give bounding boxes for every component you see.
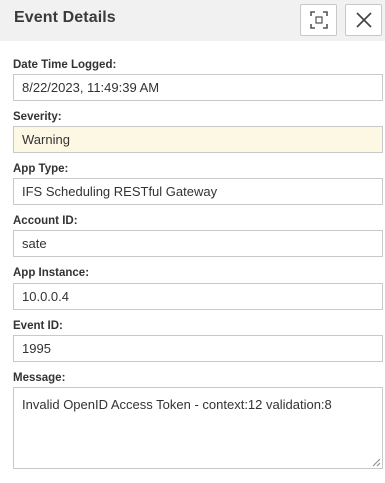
app-type-label: App Type: (13, 163, 69, 175)
event-id-field[interactable]: 1995 (13, 335, 383, 362)
severity-field[interactable]: Warning (13, 126, 383, 153)
app-instance-label: App Instance: (13, 267, 90, 279)
close-button[interactable] (345, 4, 382, 36)
event-details-panel: Event Details Date Time Logged: 8/22/202… (0, 0, 385, 483)
panel-title: Event Details (14, 9, 116, 26)
account-id-label: Account ID: (13, 215, 78, 227)
account-id-field[interactable]: sate (13, 230, 383, 257)
app-instance-field[interactable]: 10.0.0.4 (13, 283, 383, 310)
close-icon (355, 12, 372, 28)
resize-grip-icon[interactable] (371, 457, 381, 467)
event-id-label: Event ID: (13, 320, 63, 332)
date-time-logged-field[interactable]: 8/22/2023, 11:49:39 AM (13, 74, 383, 101)
date-time-logged-label: Date Time Logged: (13, 59, 117, 71)
panel-header: Event Details (0, 0, 385, 41)
severity-label: Severity: (13, 111, 62, 123)
fullscreen-icon (309, 11, 328, 29)
message-label: Message: (13, 372, 66, 384)
message-textarea[interactable]: Invalid OpenID Access Token - context:12… (13, 387, 383, 469)
expand-button[interactable] (300, 4, 337, 36)
app-type-field[interactable]: IFS Scheduling RESTful Gateway (13, 178, 383, 205)
